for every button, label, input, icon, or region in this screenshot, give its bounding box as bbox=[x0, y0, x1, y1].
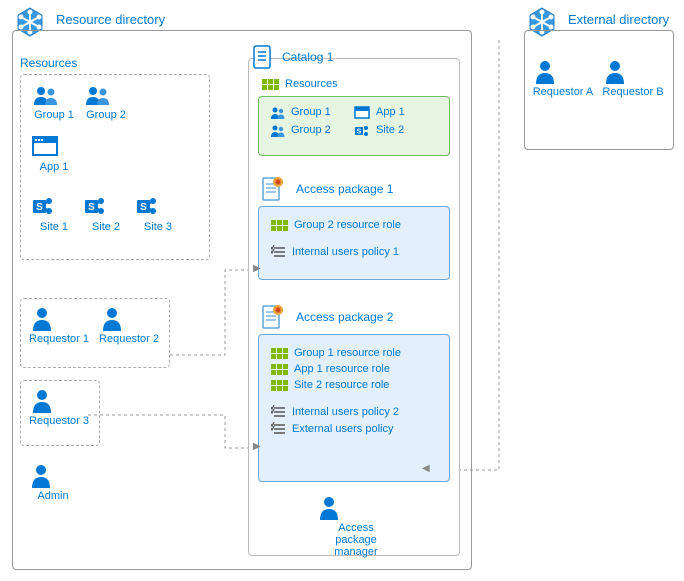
arrow-to-policy1: ▶ bbox=[253, 263, 261, 274]
package2-role3: Site 2 resource role bbox=[271, 377, 437, 393]
package2-box: Group 1 resource role App 1 resource rol… bbox=[258, 334, 450, 482]
arrow-to-internal-policy2: ▶ bbox=[253, 441, 261, 452]
user-icon bbox=[316, 494, 342, 520]
catalog-group1: Group 1 bbox=[269, 103, 354, 121]
package2-role2: App 1 resource role bbox=[271, 361, 437, 377]
catalog-icon bbox=[250, 44, 274, 70]
package1-box: Group 2 resource role Internal users pol… bbox=[258, 206, 450, 280]
catalog-app1: App 1 bbox=[354, 103, 439, 121]
package-icon bbox=[260, 304, 284, 330]
policy-icon bbox=[271, 245, 286, 258]
package1-title: Access package 1 bbox=[296, 182, 393, 196]
external-directory-panel bbox=[524, 30, 674, 150]
app-icon bbox=[354, 105, 370, 119]
grid-icon bbox=[271, 220, 288, 231]
arrow-to-external-policy: ◀ bbox=[422, 463, 430, 474]
catalog-group2: Group 2 bbox=[269, 121, 354, 139]
resource-directory-title: Resource directory bbox=[56, 12, 165, 27]
package1-policy1: Internal users policy 1 bbox=[271, 243, 437, 260]
grid-icon bbox=[271, 348, 288, 359]
grid-icon bbox=[271, 364, 288, 375]
sharepoint-icon bbox=[354, 123, 370, 137]
package2-role1: Group 1 resource role bbox=[271, 345, 437, 361]
access-package-manager: Access package manager bbox=[316, 494, 396, 558]
package-icon bbox=[260, 176, 284, 202]
package2-policy1: Internal users policy 2 bbox=[271, 403, 437, 420]
package2-policy2: External users policy bbox=[271, 420, 437, 437]
policy-icon bbox=[271, 422, 286, 435]
catalog-resources-box: Group 1 Group 2 App 1 Site 2 bbox=[258, 96, 450, 156]
manager-label: Access package manager bbox=[316, 522, 396, 558]
catalog-header-icon bbox=[250, 44, 274, 70]
catalog-title: Catalog 1 bbox=[282, 50, 333, 64]
grid-icon bbox=[271, 380, 288, 391]
policy-icon bbox=[271, 405, 286, 418]
group-icon bbox=[269, 123, 285, 137]
catalog-site2: Site 2 bbox=[354, 121, 439, 139]
package1-role1: Group 2 resource role bbox=[271, 217, 437, 233]
package2-header-icon bbox=[260, 304, 284, 330]
package2-title: Access package 2 bbox=[296, 310, 393, 324]
catalog-resources-label: Resources bbox=[285, 78, 338, 90]
group-icon bbox=[269, 105, 285, 119]
package1-header-icon bbox=[260, 176, 284, 202]
catalog-resources-header: Resources bbox=[262, 76, 338, 92]
grid-icon bbox=[262, 79, 279, 90]
external-directory-title: External directory bbox=[568, 12, 669, 27]
